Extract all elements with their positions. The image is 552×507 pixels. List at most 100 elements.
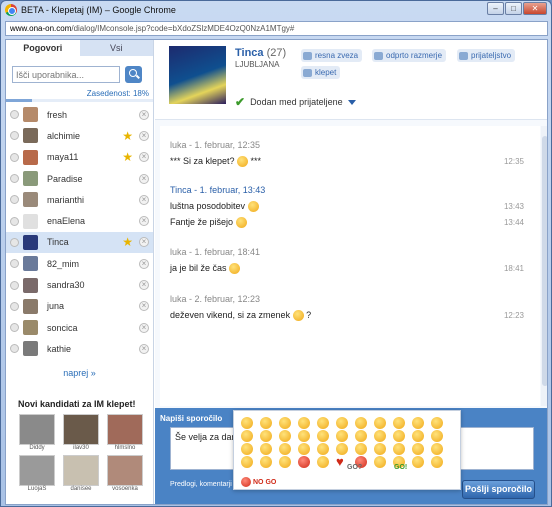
emoji-icon[interactable] xyxy=(355,430,367,442)
emoji-icon[interactable] xyxy=(412,456,424,468)
emoji-icon[interactable] xyxy=(374,430,386,442)
remove-icon[interactable]: × xyxy=(139,258,149,269)
remove-icon[interactable]: × xyxy=(139,280,149,291)
emoji-icon[interactable] xyxy=(298,443,310,455)
candidate-item[interactable]: Diddy xyxy=(19,413,55,451)
contact-name: 82_mim xyxy=(47,258,80,269)
compose-label: Napiši sporočilo xyxy=(160,414,223,423)
emoji-icon[interactable] xyxy=(279,456,291,468)
send-message-button[interactable]: Pošlji sporočilo xyxy=(462,480,535,499)
emoji-icon[interactable] xyxy=(241,443,253,455)
emoji-icon[interactable] xyxy=(336,417,348,429)
minimize-button[interactable]: – xyxy=(487,2,504,15)
user-search-input[interactable] xyxy=(12,66,120,83)
emoji-icon[interactable] xyxy=(241,456,253,468)
emoji-icon[interactable] xyxy=(431,417,443,429)
emoji-icon[interactable] xyxy=(241,417,253,429)
remove-icon[interactable]: × xyxy=(139,130,149,141)
contact-item[interactable]: juna × xyxy=(6,296,153,317)
chat-button[interactable]: klepet xyxy=(301,66,341,79)
emoji-icon[interactable] xyxy=(393,443,405,455)
emoji-icon[interactable] xyxy=(298,456,310,468)
profile-name[interactable]: Tinca (27) xyxy=(235,47,286,59)
emoji-icon[interactable] xyxy=(260,443,272,455)
tab-pogovori[interactable]: Pogovori xyxy=(6,40,80,56)
candidate-item[interactable]: ilav30 xyxy=(63,413,99,451)
emoji-icon[interactable] xyxy=(298,430,310,442)
feedback-link[interactable]: Predlogi, komentarji xyxy=(170,481,232,488)
contact-item[interactable]: enaElena × xyxy=(6,210,153,231)
emoji-icon[interactable] xyxy=(317,417,329,429)
contact-item[interactable]: fresh × xyxy=(6,104,153,125)
emoji-icon[interactable] xyxy=(355,417,367,429)
emoji-icon[interactable] xyxy=(336,430,348,442)
remove-icon[interactable]: × xyxy=(139,237,149,248)
emoji-icon[interactable] xyxy=(317,430,329,442)
emoji-icon[interactable] xyxy=(317,443,329,455)
emoji-icon[interactable] xyxy=(279,417,291,429)
emoji-icon[interactable] xyxy=(412,443,424,455)
friendship-button[interactable]: prijateljstvo xyxy=(457,49,516,62)
emoji-icon[interactable] xyxy=(260,417,272,429)
chat-scrollbar[interactable] xyxy=(541,126,547,406)
serious-relationship-button[interactable]: resna zveza xyxy=(301,49,363,62)
emoji-icon[interactable] xyxy=(279,443,291,455)
star-icon[interactable]: ★ xyxy=(122,236,133,248)
emoji-icon[interactable] xyxy=(412,430,424,442)
contact-item[interactable]: Tinca ★ × xyxy=(6,231,153,254)
emoji-icon[interactable] xyxy=(374,417,386,429)
emoji-icon[interactable] xyxy=(431,430,443,442)
emoji-icon[interactable] xyxy=(241,430,253,442)
candidate-item[interactable]: vosoenka xyxy=(107,454,143,492)
emoji-icon[interactable] xyxy=(412,417,424,429)
profile-photo[interactable] xyxy=(169,46,226,104)
close-button[interactable]: ✕ xyxy=(523,2,547,15)
remove-icon[interactable]: × xyxy=(139,216,149,227)
contact-item[interactable]: 82_mim × xyxy=(6,253,153,274)
maximize-button[interactable]: □ xyxy=(505,2,522,15)
friend-status-dropdown[interactable]: ✔ Dodan med prijateljene xyxy=(235,95,356,109)
emoji-icon[interactable] xyxy=(279,430,291,442)
remove-icon[interactable]: × xyxy=(139,173,149,184)
remove-icon[interactable]: × xyxy=(139,301,149,312)
contact-item[interactable]: soncica × xyxy=(6,317,153,338)
emoji-icon[interactable] xyxy=(260,456,272,468)
remove-icon[interactable]: × xyxy=(139,322,149,333)
emoji-icon[interactable] xyxy=(374,456,386,468)
search-icon[interactable] xyxy=(125,66,142,83)
contact-name: soncica xyxy=(47,322,78,333)
contact-item[interactable]: alchimie ★ × xyxy=(6,125,153,146)
avatar xyxy=(23,256,38,272)
remove-icon[interactable]: × xyxy=(139,109,149,120)
url-bar[interactable]: www.ona-on.com/dialog/IMconsole.jsp?code… xyxy=(5,21,548,36)
remove-icon[interactable]: × xyxy=(139,194,149,205)
emoji-nogo[interactable]: NO GO xyxy=(241,477,276,487)
candidate-item[interactable]: LuojaS xyxy=(19,454,55,492)
star-icon[interactable]: ★ xyxy=(122,151,133,163)
emoji-icon[interactable] xyxy=(393,417,405,429)
emoji-go-question[interactable]: GO? xyxy=(347,464,362,471)
open-relationship-button[interactable]: odprto razmerje xyxy=(372,49,447,62)
emoji-icon[interactable] xyxy=(431,456,443,468)
emoji-icon[interactable] xyxy=(431,443,443,455)
tab-vsi[interactable]: Vsi xyxy=(79,40,153,56)
contact-item[interactable]: kathie × xyxy=(6,338,153,359)
star-icon[interactable]: ★ xyxy=(122,130,133,142)
contact-item[interactable]: Paradise × xyxy=(6,168,153,189)
emoji-go[interactable]: GO! xyxy=(394,464,407,471)
candidate-item[interactable]: hlmslno xyxy=(107,413,143,451)
emoji-icon[interactable] xyxy=(317,456,329,468)
emoji-icon[interactable] xyxy=(393,430,405,442)
contact-item[interactable]: sandra30 × xyxy=(6,274,153,295)
remove-icon[interactable]: × xyxy=(139,343,149,354)
emoji-icon[interactable] xyxy=(260,430,272,442)
emoji-icon[interactable] xyxy=(355,443,367,455)
candidate-item[interactable]: danisee xyxy=(63,454,99,492)
emoji-icon[interactable] xyxy=(298,417,310,429)
more-contacts-link[interactable]: naprej » xyxy=(6,368,153,378)
contact-item[interactable]: maya11 ★ × xyxy=(6,147,153,168)
contact-item[interactable]: marianthi × xyxy=(6,189,153,210)
scrollbar-thumb[interactable] xyxy=(542,136,547,386)
remove-icon[interactable]: × xyxy=(139,152,149,163)
emoji-icon[interactable] xyxy=(374,443,386,455)
